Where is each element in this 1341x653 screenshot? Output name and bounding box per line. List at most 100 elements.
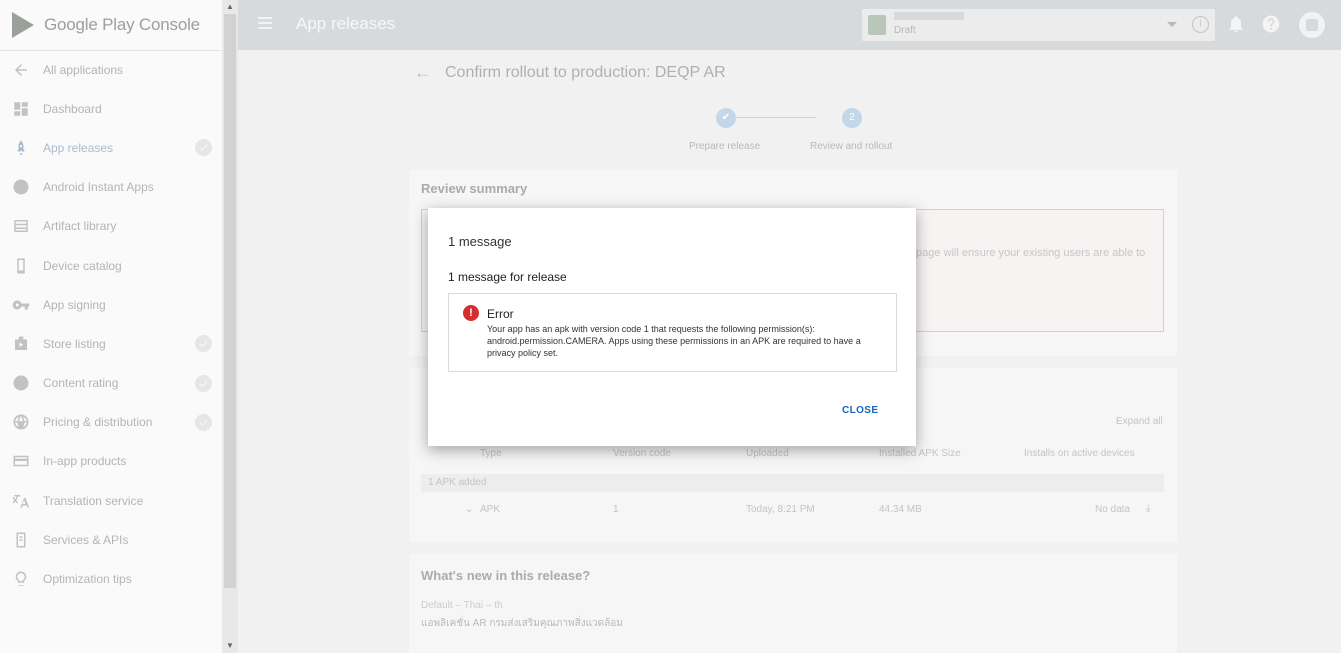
app-status: Draft (894, 25, 916, 36)
table-cell-version: 1 (613, 504, 619, 515)
table-cell-installs: No data (1095, 504, 1131, 515)
dashboard-icon (12, 100, 30, 118)
dialog-subtitle: 1 message for release (448, 270, 567, 284)
scroll-down-arrow-icon[interactable]: ▼ (226, 641, 234, 650)
translate-icon (12, 492, 30, 510)
bell-icon[interactable] (1226, 14, 1246, 34)
sidebar-item-label: Services & APIs (43, 532, 129, 547)
sidebar-item-label: Artifact library (43, 219, 117, 234)
sidebar-item-dashboard[interactable]: Dashboard (0, 89, 222, 128)
page-header: ← Confirm rollout to production: DEQP AR (414, 63, 726, 83)
step-2-circle: 2 (842, 108, 862, 128)
step-1-check-icon: ✔ (716, 108, 736, 128)
check-circle-icon (195, 374, 212, 392)
whats-new-title: What's new in this release? (421, 568, 591, 583)
instant-apps-icon (12, 178, 30, 196)
col-header-apk-size: Installed APK Size (879, 448, 961, 459)
expand-all-link[interactable]: Expand all (1116, 416, 1163, 427)
app-name-redacted (894, 12, 964, 20)
info-icon[interactable]: i (1192, 16, 1209, 33)
page-section-title: App releases (296, 14, 396, 33)
account-avatar[interactable] (1299, 12, 1325, 38)
sidebar-item-label: Pricing & distribution (43, 415, 153, 430)
hamburger-menu-icon[interactable] (258, 17, 272, 29)
store-icon (12, 335, 30, 353)
close-button[interactable]: CLOSE (842, 405, 878, 416)
error-message-box: ! Error Your app has an apk with version… (448, 293, 897, 372)
review-summary-title: Review summary (421, 181, 528, 196)
app-selector[interactable]: Draft i (862, 9, 1215, 41)
key-icon (12, 296, 30, 314)
col-header-version-code: Version code (613, 448, 671, 459)
sidebar-item-label: App signing (43, 297, 106, 312)
step-2-label: Review and rollout (810, 141, 893, 152)
table-cell-size: 44.34 MB (879, 504, 922, 515)
sidebar-scrollbar[interactable]: ▲ ▼ (222, 0, 238, 653)
sidebar-item-label: Optimization tips (43, 572, 132, 587)
group-label: 1 APK added (428, 477, 487, 488)
sidebar-item-label: Store listing (43, 336, 106, 351)
sidebar-item-optimization-tips[interactable]: Optimization tips (0, 559, 222, 598)
page-title: Confirm rollout to production: DEQP AR (445, 64, 726, 81)
error-icon: ! (463, 305, 479, 321)
sidebar-item-translation-service[interactable]: Translation service (0, 481, 222, 520)
play-logo-icon (12, 12, 34, 38)
rocket-icon (12, 139, 30, 157)
step-connector (736, 117, 816, 118)
sidebar-item-label: App releases (43, 140, 114, 155)
language-label: Default – Thai – th (421, 600, 503, 611)
sidebar-item-services-apis[interactable]: Services & APIs (0, 520, 222, 559)
sidebar-item-content-rating[interactable]: Content rating (0, 364, 222, 403)
sidebar-item-instant-apps[interactable]: Android Instant Apps (0, 168, 222, 207)
help-icon[interactable] (1261, 14, 1281, 34)
table-cell-type: APK (480, 504, 501, 515)
sidebar-item-pricing-distribution[interactable]: Pricing & distribution (0, 403, 222, 442)
check-circle-icon (195, 139, 212, 157)
lightbulb-icon (12, 570, 30, 588)
rating-icon (12, 374, 30, 392)
error-description: Your app has an apk with version code 1 … (487, 324, 861, 358)
download-icon[interactable]: ⤓ (1146, 503, 1150, 514)
back-arrow-icon[interactable]: ← (414, 63, 431, 83)
release-stepper: ✔ 2 Prepare release Review and rollout (680, 107, 940, 157)
top-app-bar: App releases Draft i (238, 0, 1341, 50)
brand-name: Google Play Console (44, 15, 200, 34)
warning-text: page will ensure your existing users are… (916, 247, 1146, 259)
check-circle-icon (195, 413, 212, 431)
play-console-logo[interactable]: Google Play Console (12, 11, 200, 39)
col-header-installs: Installs on active devices (1024, 448, 1135, 459)
sidebar-item-label: All applications (43, 62, 124, 77)
app-thumbnail (868, 15, 886, 35)
scrollbar-thumb[interactable] (224, 14, 236, 588)
sidebar-item-in-app-products[interactable]: In-app products (0, 442, 222, 481)
table-group-row[interactable] (421, 474, 1164, 492)
step-1-label: Prepare release (689, 141, 761, 152)
error-title: Error (487, 307, 514, 321)
release-note-text: แอพลิเคชั่น AR กรมส่งเสริมคุณภาพสิ่งแวดล… (421, 618, 623, 629)
sidebar-item-device-catalog[interactable]: Device catalog (0, 246, 222, 285)
sidebar-item-label: Translation service (43, 493, 144, 508)
sidebar-item-app-releases[interactable]: App releases (0, 128, 222, 167)
sidebar-item-label: Dashboard (43, 101, 102, 116)
check-circle-icon (195, 335, 212, 353)
sidebar-item-app-signing[interactable]: App signing (0, 285, 222, 324)
sidebar-item-label: Content rating (43, 376, 119, 391)
chevron-down-icon[interactable] (1167, 22, 1177, 27)
col-header-type: Type (480, 448, 502, 459)
table-cell-uploaded: Today, 8:21 PM (746, 504, 815, 515)
sidebar-item-all-applications[interactable]: All applications (0, 50, 222, 89)
back-arrow-icon (12, 61, 30, 79)
sidebar-nav: All applications Dashboard App releases … (0, 50, 222, 599)
sidebar-item-label: In-app products (43, 454, 127, 469)
dialog-title: 1 message (448, 234, 512, 249)
sidebar-item-label: Device catalog (43, 258, 122, 273)
col-header-uploaded: Uploaded (746, 448, 789, 459)
sidebar-item-store-listing[interactable]: Store listing (0, 324, 222, 363)
sidebar-item-artifact-library[interactable]: Artifact library (0, 207, 222, 246)
chevron-down-icon[interactable]: ⌄ (465, 504, 473, 515)
scroll-up-arrow-icon[interactable]: ▲ (226, 2, 234, 11)
messages-dialog: 1 message 1 message for release ! Error … (428, 208, 916, 446)
library-icon (12, 217, 30, 235)
card-icon (12, 452, 30, 470)
device-icon (12, 257, 30, 275)
